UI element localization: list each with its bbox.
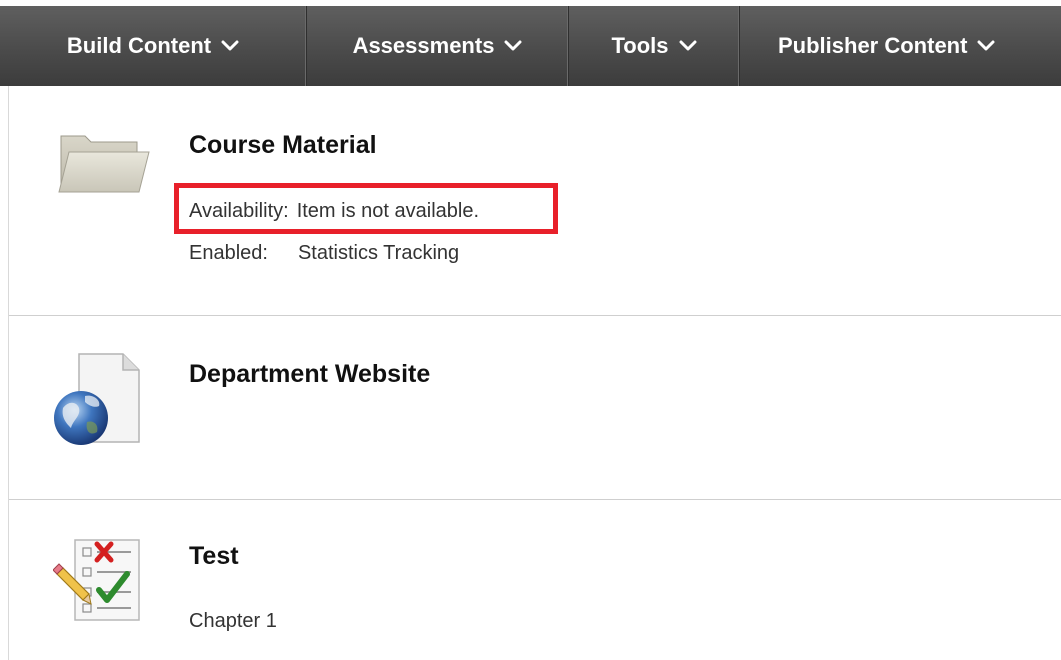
enabled-value: Statistics Tracking	[297, 242, 460, 264]
web-link-globe-icon	[54, 353, 140, 445]
content-list: Course Material Availability: Item is no…	[8, 86, 1061, 660]
build-content-menu[interactable]: Build Content	[0, 6, 307, 86]
item-title[interactable]: Department Website	[189, 360, 430, 389]
chevron-down-icon	[679, 40, 697, 51]
folder-icon	[58, 135, 150, 193]
content-item-course-material: Course Material Availability: Item is no…	[9, 86, 1061, 316]
content-item-department-website: Department Website	[9, 316, 1061, 500]
chevron-down-icon	[504, 40, 522, 51]
publisher-content-label: Publisher Content	[778, 33, 968, 58]
test-checklist-icon	[53, 539, 140, 621]
enabled-label: Enabled:	[189, 242, 268, 264]
course-content-page: Build Content Assessments Tools Publishe…	[0, 0, 1061, 660]
content-item-test: Test Chapter 1	[9, 500, 1061, 660]
assessments-menu[interactable]: Assessments	[307, 6, 569, 86]
publisher-content-menu[interactable]: Publisher Content	[740, 6, 1061, 86]
tools-label: Tools	[611, 33, 669, 58]
content-toolbar: Build Content Assessments Tools Publishe…	[0, 6, 1061, 86]
item-title[interactable]: Course Material	[189, 131, 377, 160]
build-content-label: Build Content	[66, 33, 212, 58]
assessments-label: Assessments	[352, 33, 495, 58]
item-title[interactable]: Test	[189, 542, 239, 571]
item-description: Chapter 1	[189, 610, 277, 632]
availability-highlight-box	[174, 183, 558, 234]
chevron-down-icon	[977, 40, 995, 51]
tools-menu[interactable]: Tools	[569, 6, 740, 86]
enabled-row: Enabled: Statistics Tracking	[189, 242, 459, 265]
chevron-down-icon	[221, 40, 239, 51]
